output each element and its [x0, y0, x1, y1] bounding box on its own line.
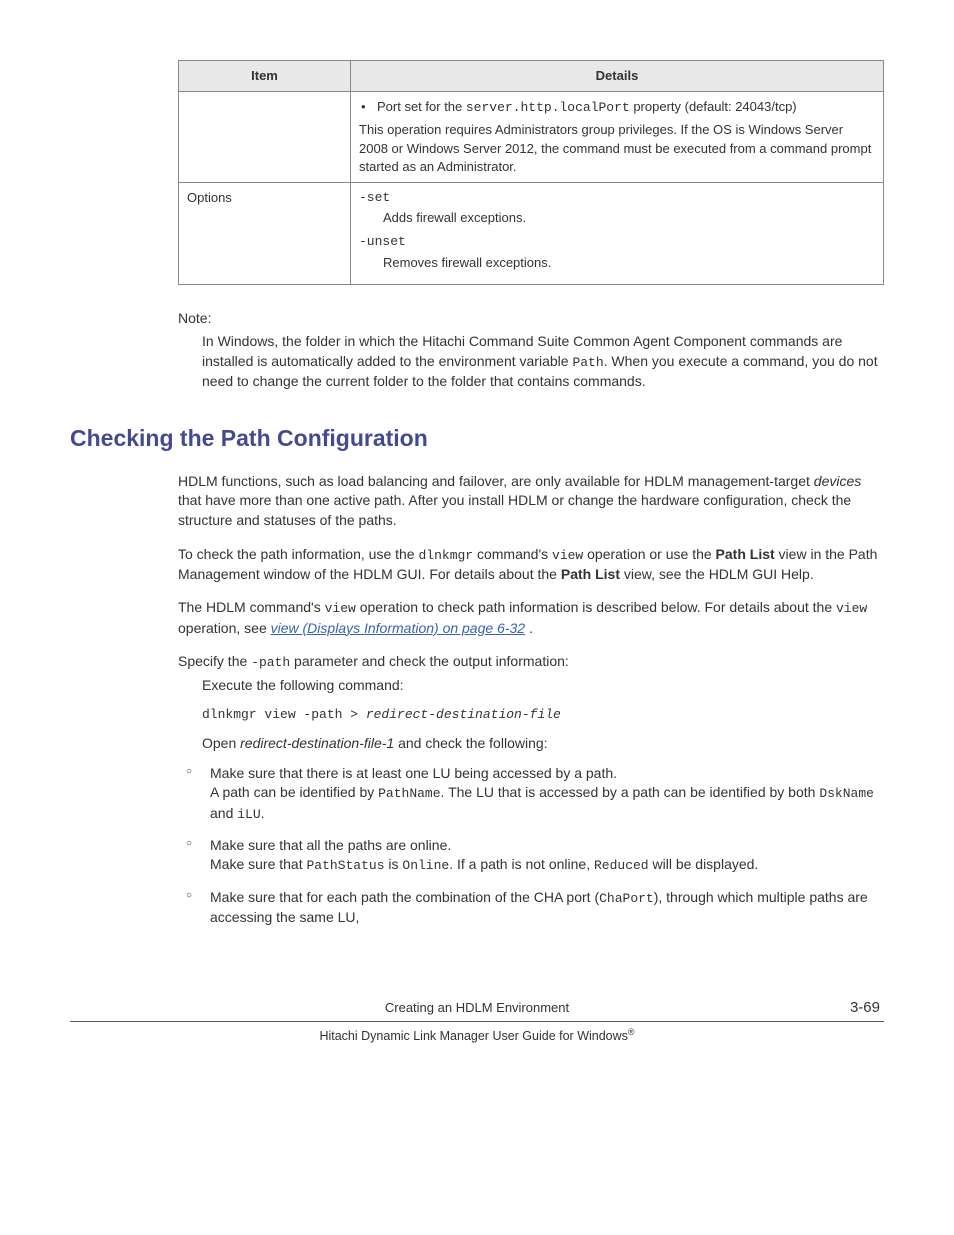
firewall-exceptions-table: Item Details Port set for the server.htt… — [178, 60, 884, 285]
port-bullet: Port set for the server.http.localPort p… — [359, 98, 875, 117]
option-set-code: -set — [359, 189, 875, 207]
admin-privileges-text: This operation requires Administrators g… — [359, 121, 875, 176]
option-set-desc: Adds firewall exceptions. — [359, 209, 875, 227]
list-item: Make sure that there is at least one LU … — [210, 764, 884, 824]
page-footer: Creating an HDLM Environment 3-69 Hitach… — [70, 997, 884, 1046]
option-unset-desc: Removes firewall exceptions. — [359, 254, 875, 272]
execute-command-text: Execute the following command: — [202, 676, 884, 696]
section-heading: Checking the Path Configuration — [70, 422, 884, 454]
view-operation-link[interactable]: view (Displays Information) on page 6-32 — [271, 620, 525, 636]
note-body: In Windows, the folder in which the Hita… — [202, 332, 884, 391]
note-block: Note: In Windows, the folder in which th… — [178, 309, 884, 392]
table-row: Port set for the server.http.localPort p… — [179, 92, 884, 183]
intro-para-2: To check the path information, use the d… — [178, 545, 884, 585]
intro-para-1: HDLM functions, such as load balancing a… — [178, 472, 884, 531]
check-list: Make sure that there is at least one LU … — [178, 764, 884, 928]
command-example: dlnkmgr view -path > redirect-destinatio… — [202, 706, 884, 724]
list-item: Make sure that for each path the combina… — [210, 888, 884, 928]
open-file-text: Open redirect-destination-file-1 and che… — [202, 734, 884, 754]
page-number: 3-69 — [820, 997, 880, 1018]
specify-path-para: Specify the -path parameter and check th… — [178, 652, 884, 672]
options-cell: Options — [179, 182, 351, 284]
table-header-item: Item — [179, 61, 351, 92]
intro-para-3: The HDLM command's view operation to che… — [178, 598, 884, 638]
footer-book-title: Hitachi Dynamic Link Manager User Guide … — [70, 1026, 884, 1046]
footer-chapter: Creating an HDLM Environment — [134, 999, 820, 1017]
option-unset-code: -unset — [359, 233, 875, 251]
table-header-details: Details — [351, 61, 884, 92]
table-row: Options -set Adds firewall exceptions. -… — [179, 182, 884, 284]
note-label: Note: — [178, 309, 884, 329]
list-item: Make sure that all the paths are online.… — [210, 836, 884, 876]
